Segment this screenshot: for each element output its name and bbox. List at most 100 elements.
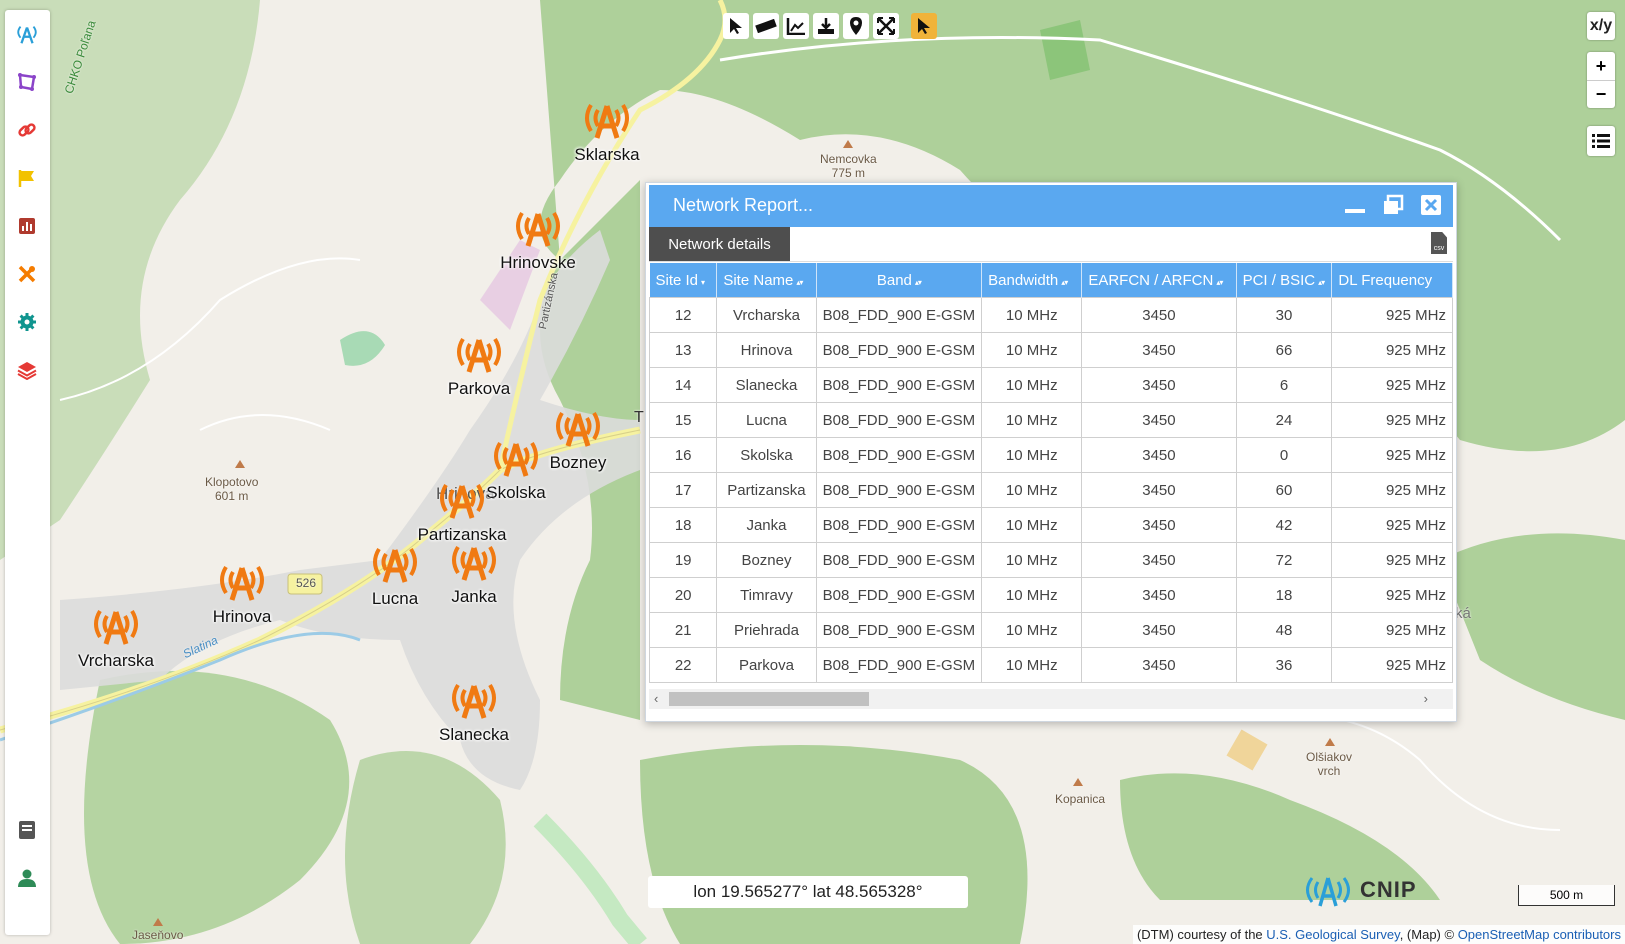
site-marker[interactable]: Hrinovske (493, 208, 583, 273)
usgs-link[interactable]: U.S. Geological Survey (1266, 927, 1399, 942)
tower-icon (216, 565, 268, 606)
table-cell: 0 (1235, 437, 1333, 473)
xy-toggle-button[interactable]: x/y (1587, 12, 1615, 40)
minimize-icon[interactable] (1343, 193, 1367, 217)
column-header-label: Site Name (723, 271, 794, 289)
table-cell: 3450 (1081, 507, 1237, 543)
network-report-dialog: Network Report... Network details csv Si… (645, 182, 1457, 722)
profile-icon[interactable] (783, 13, 809, 39)
table-row[interactable]: 14 Slanecka B08_FDD_900 E-GSM 10 MHz 3450 6 92… (649, 367, 1453, 403)
table-cell: 3450 (1081, 542, 1237, 578)
table-cell: B08_FDD_900 E-GSM (815, 332, 983, 368)
link-icon[interactable] (15, 118, 39, 142)
site-marker[interactable]: Hrinova (197, 562, 287, 627)
dialog-tabs: Network details csv (649, 227, 1453, 262)
site-marker[interactable]: Lucna (350, 544, 440, 609)
dialog-header[interactable]: Network Report... (649, 185, 1453, 227)
scroll-left-icon[interactable]: ‹ (654, 691, 658, 706)
site-marker[interactable]: Vrcharska (71, 606, 161, 671)
left-sidebar (5, 10, 50, 935)
scrollbar-thumb[interactable] (669, 692, 869, 706)
table-row[interactable]: 13 Hrinova B08_FDD_900 E-GSM 10 MHz 3450 66 92… (649, 332, 1453, 368)
bar-chart-icon[interactable] (15, 214, 39, 238)
map-pin-icon[interactable] (843, 13, 869, 39)
tab-network-details[interactable]: Network details (649, 227, 790, 261)
table-cell: 16 (649, 437, 718, 473)
table-cell: 925 MHz (1331, 402, 1453, 438)
site-marker[interactable]: Partizanska (417, 480, 507, 545)
active-pointer-icon[interactable] (911, 13, 937, 39)
select-cursor-icon[interactable] (723, 13, 749, 39)
table-row[interactable]: 15 Lucna B08_FDD_900 E-GSM 10 MHz 3450 24 925 … (649, 402, 1453, 438)
polygon-icon[interactable] (15, 70, 39, 94)
table-cell: Parkova (716, 647, 817, 683)
table-header-row: Site Id ▾ Site Name ▴▾ Band ▴▾ Bandwidth ▴▾ … (649, 263, 1453, 298)
restore-icon[interactable] (1381, 193, 1405, 217)
horizontal-scrollbar[interactable]: ‹ › (649, 689, 1453, 709)
table-row[interactable]: 17 Partizanska B08_FDD_900 E-GSM 10 MHz 3450… (649, 472, 1453, 508)
user-icon[interactable] (15, 866, 39, 890)
table-row[interactable]: 12 Vrcharska B08_FDD_900 E-GSM 10 MHz 3450 30… (649, 297, 1453, 333)
gear-icon[interactable] (15, 310, 39, 334)
book-icon[interactable] (15, 818, 39, 842)
table-cell: 24 (1235, 402, 1333, 438)
table-cell: 10 MHz (981, 367, 1083, 403)
osm-link[interactable]: OpenStreetMap contributors (1458, 927, 1621, 942)
table-cell: 3450 (1081, 367, 1237, 403)
table-cell: Janka (716, 507, 817, 543)
close-icon[interactable] (1419, 193, 1443, 217)
tower-icon (512, 211, 564, 252)
fullscreen-icon[interactable] (873, 13, 899, 39)
column-header-site-name[interactable]: Site Name ▴▾ (716, 263, 817, 298)
label-t-fragment: T (634, 409, 644, 426)
table-cell: 3450 (1081, 472, 1237, 508)
coordinate-readout: lon 19.565277° lat 48.565328° (648, 876, 968, 908)
table-body: 12 Vrcharska B08_FDD_900 E-GSM 10 MHz 3450 30… (649, 297, 1453, 683)
column-header-bandwidth[interactable]: Bandwidth ▴▾ (981, 263, 1083, 298)
table-cell: 3450 (1081, 612, 1237, 648)
column-header-dl-frequency[interactable]: DL Frequency (1331, 263, 1453, 298)
ruler-icon[interactable] (753, 13, 779, 39)
layers-icon[interactable] (15, 358, 39, 382)
table-cell: 18 (649, 507, 718, 543)
table-row[interactable]: 22 Parkova B08_FDD_900 E-GSM 10 MHz 3450 36 92… (649, 647, 1453, 683)
table-cell: B08_FDD_900 E-GSM (815, 437, 983, 473)
download-icon[interactable] (813, 13, 839, 39)
table-cell: 66 (1235, 332, 1333, 368)
table-row[interactable]: 20 Timravy B08_FDD_900 E-GSM 10 MHz 3450 18 92… (649, 577, 1453, 613)
flag-icon[interactable] (15, 166, 39, 190)
zoom-out-button[interactable]: − (1587, 81, 1615, 108)
site-marker[interactable]: Parkova (434, 334, 524, 399)
table-cell: B08_FDD_900 E-GSM (815, 402, 983, 438)
site-marker[interactable]: Slanecka (429, 680, 519, 745)
site-marker[interactable]: Sklarska (562, 100, 652, 165)
table-cell: B08_FDD_900 E-GSM (815, 507, 983, 543)
column-header-pci[interactable]: PCI / BSIC ▴▾ (1236, 263, 1333, 298)
csv-export-icon[interactable]: csv (1431, 232, 1447, 254)
column-header-earfcn[interactable]: EARFCN / ARFCN ▴▾ (1081, 263, 1237, 298)
table-row[interactable]: 21 Priehrada B08_FDD_900 E-GSM 10 MHz 3450 48… (649, 612, 1453, 648)
antenna-icon[interactable] (15, 22, 39, 46)
sort-icon: ▴▾ (914, 277, 922, 287)
column-header-band[interactable]: Band ▴▾ (816, 263, 983, 298)
scroll-right-icon[interactable]: › (1424, 691, 1428, 706)
zoom-in-button[interactable]: + (1587, 52, 1615, 81)
list-icon[interactable] (1587, 126, 1615, 156)
tools-icon[interactable] (15, 262, 39, 286)
table-row[interactable]: 16 Skolska B08_FDD_900 E-GSM 10 MHz 3450 0 925… (649, 437, 1453, 473)
column-header-site-id[interactable]: Site Id ▾ (649, 263, 718, 298)
site-marker[interactable]: Janka (429, 542, 519, 607)
site-label: Vrcharska (78, 651, 154, 670)
report-table-container[interactable]: Site Id ▾ Site Name ▴▾ Band ▴▾ Bandwidth ▴▾ … (649, 263, 1453, 683)
table-cell: 30 (1235, 297, 1333, 333)
table-row[interactable]: 19 Bozney B08_FDD_900 E-GSM 10 MHz 3450 72 925… (649, 542, 1453, 578)
cnip-antenna-icon (1306, 877, 1350, 907)
site-label: Slanecka (439, 725, 509, 744)
table-row[interactable]: 18 Janka B08_FDD_900 E-GSM 10 MHz 3450 42 925 … (649, 507, 1453, 543)
table-cell: 10 MHz (981, 577, 1083, 613)
tower-icon (369, 547, 421, 588)
table-cell: 925 MHz (1331, 647, 1453, 683)
table-cell: 925 MHz (1331, 472, 1453, 508)
sort-icon: ▴▾ (1318, 277, 1325, 287)
sort-icon: ▴▾ (1216, 277, 1223, 287)
